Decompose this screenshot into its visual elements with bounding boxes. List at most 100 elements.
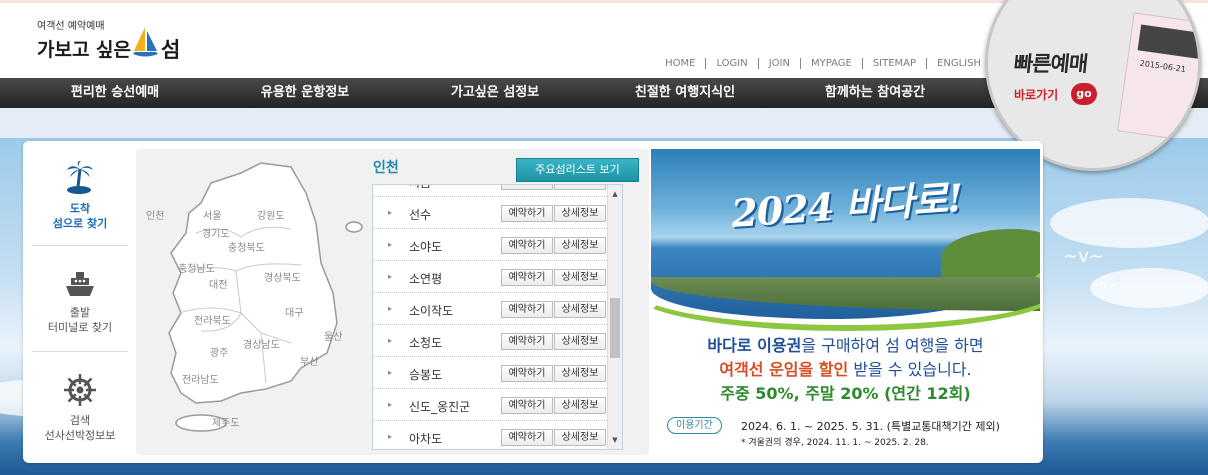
reserve-button[interactable]: 예약하기 [501,397,553,414]
detail-button[interactable]: 상세정보 [554,365,606,382]
island-name[interactable]: 소이작도 [409,302,453,319]
map-region-label[interactable]: 대전 [209,276,227,291]
nav-label: 출발 [69,306,91,319]
menu-login[interactable]: LOGIN [706,58,759,69]
detail-button[interactable]: 상세정보 [554,185,606,190]
gnb-island-info[interactable]: 가고싶은 섬정보 [400,78,590,108]
menu-home[interactable]: HOME [655,58,707,69]
bullet-icon: ▸ [388,184,392,185]
period-label: 이용기간 [667,417,722,434]
map-region-label[interactable]: 인천 [146,207,164,222]
gnb-travel-qna[interactable]: 친절한 여행지식인 [590,78,780,108]
detail-button[interactable]: 상세정보 [554,333,606,350]
island-name[interactable]: 시금 [409,185,431,191]
map-region-label[interactable]: 울산 [324,328,342,343]
nav-find-by-terminal[interactable]: 출발 터미널로 찾기 [32,269,128,335]
menu-english[interactable]: ENGLISH [927,58,981,69]
site-logo[interactable]: 여객선 예약예매 가보고 싶은 섬 [37,17,197,67]
gnb-community[interactable]: 함께하는 참여공간 [780,78,970,108]
detail-button[interactable]: 상세정보 [554,301,606,318]
scroll-thumb[interactable] [610,298,620,358]
map-region-label[interactable]: 경상북도 [264,269,301,284]
reserve-button[interactable]: 예약하기 [501,365,553,382]
reserve-button[interactable]: 예약하기 [501,269,553,286]
map-region-label[interactable]: 전라남도 [182,371,219,386]
island-name[interactable]: 소연평 [409,270,442,287]
sailboat-icon [133,27,158,57]
banner-highlight: 여객선 운임을 할인 [719,360,849,379]
detail-button[interactable]: 상세정보 [554,397,606,414]
map-region-label[interactable]: 제주도 [212,414,240,429]
island-name[interactable]: 소야도 [409,238,442,255]
island-name[interactable]: 신도_옹진군 [409,398,470,415]
reserve-button[interactable]: 예약하기 [501,429,553,446]
list-item: ▸ 소야도 예약하기 상세정보 [373,229,609,261]
bullet-icon: ▸ [388,368,393,377]
map-region-label[interactable]: 경상남도 [243,336,280,351]
selected-region-title: 인천 [373,160,399,176]
map-region-label[interactable]: 광주 [210,344,228,359]
map-region-label[interactable]: 전라북도 [194,312,231,327]
gnb-reservation[interactable]: 편리한 승선예매 [20,78,210,108]
nav-label: 터미널로 찾기 [47,321,113,334]
reserve-button[interactable]: 예약하기 [501,205,553,222]
island-name[interactable]: 소청도 [409,334,442,351]
menu-join[interactable]: JOIN [759,58,801,69]
island-name[interactable]: 선수 [409,206,431,223]
nav-search-company[interactable]: 검색 선사선박정보보 [32,373,128,443]
nav-label: 도착 [69,202,91,215]
map-region-label[interactable]: 강원도 [257,207,285,222]
seagull-icon: ~v~ [1090,278,1118,292]
detail-button[interactable]: 상세정보 [554,429,606,446]
nav-find-by-island[interactable]: 도착 섬으로 찾기 [32,161,128,231]
reserve-button[interactable]: 예약하기 [501,333,553,350]
map-region-label[interactable]: 부산 [300,353,318,368]
list-item: ▸ 아차도 예약하기 상세정보 [373,421,609,449]
utility-menu: HOME LOGIN JOIN MYPAGE SITEMAP ENGLISH [655,58,981,69]
nav-label: 선사선박정보보 [44,429,116,442]
map-region-label[interactable]: 충청북도 [228,239,265,254]
map-region-label[interactable]: 충청남도 [178,260,215,275]
island-list: ▸ 시금 예약하기 상세정보 ▸ 선수 예약하기 상세정보 ▸ 소야도 예약하기… [372,184,623,450]
bullet-icon: ▸ [388,272,393,281]
seagull-icon: ~v~ [1063,246,1104,267]
map-region-label[interactable]: 서울 [203,207,221,222]
gnb-operation-info[interactable]: 유용한 운항정보 [210,78,400,108]
list-item: ▸ 소연평 예약하기 상세정보 [373,261,609,293]
list-item: ▸ 소청도 예약하기 상세정보 [373,325,609,357]
ship-wheel-icon [64,374,96,406]
list-item: ▸ 선수 예약하기 상세정보 [373,197,609,229]
island-name[interactable]: 승봉도 [409,366,442,383]
bullet-icon: ▸ [388,400,393,409]
logo-subtitle: 여객선 예약예매 [37,21,105,32]
menu-mypage[interactable]: MYPAGE [801,58,863,69]
bullet-icon: ▸ [388,304,393,313]
quick-reserve-link[interactable]: 바로가기 [1014,86,1058,103]
list-item: ▸ 소이작도 예약하기 상세정보 [373,293,609,325]
korea-map [168,162,363,432]
promo-banner[interactable]: 2024 바다로! 바다로 이용권을 구매하여 섬 여행을 하면 여객선 운임을… [651,149,1040,455]
go-button[interactable]: go [1071,83,1097,105]
nav-label: 섬으로 찾기 [52,217,108,230]
island-name[interactable]: 아차도 [409,430,442,447]
scroll-down-icon[interactable]: ▼ [608,433,622,447]
palm-island-icon [67,161,93,194]
island-list-button[interactable]: 주요섬리스트 보기 [516,158,639,182]
detail-button[interactable]: 상세정보 [554,269,606,286]
reserve-button[interactable]: 예약하기 [501,301,553,318]
list-scrollbar[interactable]: ▲ ▼ [607,185,622,449]
bullet-icon: ▸ [388,240,393,249]
quick-reserve-title: 빠른예매 [1012,52,1089,76]
reserve-button[interactable]: 예약하기 [501,237,553,254]
reserve-button[interactable]: 예약하기 [501,185,553,190]
map-region-label[interactable]: 경기도 [202,225,230,240]
map-region-label[interactable]: 대구 [285,304,303,319]
banner-line-1: 바다로 이용권을 구매하여 섬 여행을 하면 [651,332,1040,356]
detail-button[interactable]: 상세정보 [554,205,606,222]
banner-text: 을 구매하여 섬 여행을 하면 [801,336,984,355]
detail-button[interactable]: 상세정보 [554,237,606,254]
logo-island-word: 섬 [161,38,181,62]
scroll-up-icon[interactable]: ▲ [608,187,622,201]
menu-sitemap[interactable]: SITEMAP [863,58,928,69]
list-item: ▸ 승봉도 예약하기 상세정보 [373,357,609,389]
